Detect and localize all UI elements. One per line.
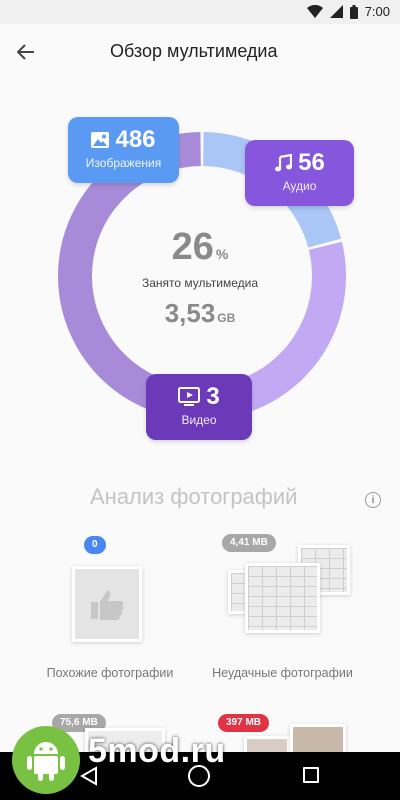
similar-photos-label: Похожие фотографии xyxy=(46,666,174,680)
images-label: Изображения xyxy=(85,156,162,170)
photo-analysis-title: Анализ фотографий xyxy=(90,484,298,509)
nav-recents-icon[interactable] xyxy=(303,767,319,783)
battery-icon xyxy=(349,4,358,19)
back-button[interactable] xyxy=(12,38,40,66)
status-bar: 7:00 xyxy=(0,0,400,24)
bad-photos-label: Неудачные фотографии xyxy=(212,666,353,680)
audio-label: Аудио xyxy=(282,179,317,193)
info-icon[interactable]: i xyxy=(365,492,381,508)
watermark-text: 5mod.ru xyxy=(88,732,226,770)
storage-caption: Занято мультимедиа xyxy=(141,276,259,290)
signal-icon xyxy=(329,5,343,18)
similar-photos-count: 0 xyxy=(84,536,106,554)
wifi-icon xyxy=(306,5,323,18)
similar-photo-thumb xyxy=(72,566,142,642)
arrow-back-icon xyxy=(17,44,34,60)
android-logo-icon xyxy=(12,726,80,794)
size-unit: GB xyxy=(217,311,236,325)
audio-category-button[interactable]: 56 Аудио xyxy=(245,140,354,206)
video-count: 3 xyxy=(206,383,220,410)
image-icon xyxy=(91,132,110,148)
images-category-button[interactable]: 486 Изображения xyxy=(68,117,179,183)
images-count: 486 xyxy=(115,126,156,153)
bad-photo-thumb-3 xyxy=(245,563,320,633)
tv-play-icon xyxy=(178,387,201,406)
tile-4-size: 397 MB xyxy=(218,714,270,732)
storage-size: 3,53 GB xyxy=(0,298,400,329)
percent-value: 26 xyxy=(171,226,214,268)
percent-unit: % xyxy=(215,246,229,262)
status-time: 7:00 xyxy=(364,4,390,19)
storage-percent: 26% xyxy=(0,226,400,269)
music-note-icon xyxy=(275,154,293,172)
page-title: Обзор мультимедиа xyxy=(110,41,278,61)
app-bar: Обзор мультимедиа xyxy=(0,24,400,80)
audio-count: 56 xyxy=(298,149,325,176)
bad-photos-size: 4,41 MB xyxy=(222,534,276,552)
video-category-button[interactable]: 3 Видео xyxy=(146,374,252,440)
status-icons: 7:00 xyxy=(306,4,390,19)
thumbs-up-icon xyxy=(91,590,124,620)
size-value: 3,53 xyxy=(164,298,216,328)
video-label: Видео xyxy=(181,413,217,427)
